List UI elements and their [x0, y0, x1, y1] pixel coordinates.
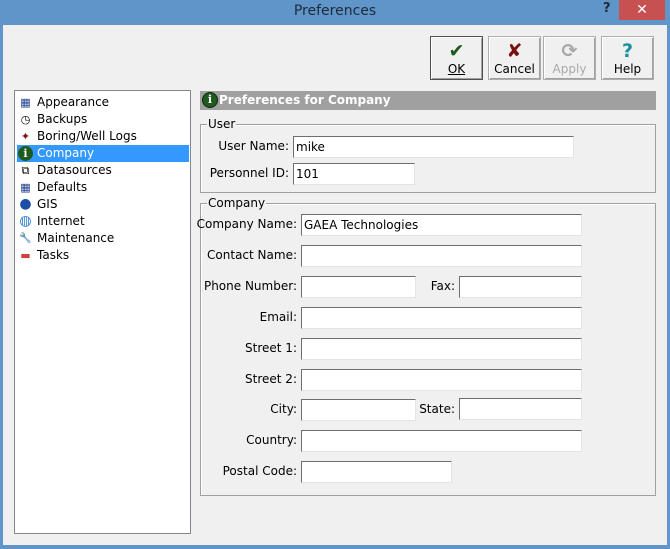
city-input[interactable] [301, 399, 416, 421]
street1-input[interactable] [301, 338, 582, 360]
panel-title: Preferences for Company [219, 93, 391, 107]
calendar-icon: ▬ [20, 249, 31, 262]
info-icon: i [18, 146, 33, 161]
fax-label: Fax: [430, 279, 455, 293]
tree-item-gis[interactable]: ● GIS [17, 196, 189, 213]
user-legend: User [207, 117, 237, 131]
tree-item-company[interactable]: i Company [17, 145, 189, 162]
state-label: State: [419, 402, 455, 416]
cancel-button[interactable]: ✘ Cancel [488, 36, 541, 80]
postal-code-input[interactable] [301, 461, 452, 483]
tree-item-appearance[interactable]: ▦ Appearance [17, 94, 189, 111]
email-input[interactable] [301, 307, 582, 329]
ok-label: OK [447, 62, 466, 76]
street2-input[interactable] [301, 369, 582, 391]
tree-item-label: Defaults [37, 180, 88, 194]
tree-item-label: Datasources [37, 163, 112, 177]
x-icon: ✘ [506, 40, 523, 62]
city-label: City: [270, 402, 297, 416]
help-label: Help [613, 62, 642, 76]
personnel-id-input[interactable] [293, 163, 415, 185]
user-name-input[interactable] [293, 136, 574, 158]
tree-item-boring-well-logs[interactable]: ✦ Boring/Well Logs [17, 128, 189, 145]
tree-item-label: Internet [37, 214, 85, 228]
phone-label: Phone Number: [203, 279, 297, 293]
refresh-icon: ⟳ [561, 40, 578, 62]
street2-label: Street 2: [245, 372, 297, 386]
window-title: Preferences [293, 3, 377, 19]
tree-item-backups[interactable]: ◷ Backups [17, 111, 189, 128]
country-input[interactable] [301, 430, 582, 452]
globe-icon: ● [19, 196, 32, 212]
postal-code-label: Postal Code: [222, 464, 297, 478]
crosshair-icon: ✦ [20, 130, 31, 143]
contact-name-label: Contact Name: [207, 248, 297, 262]
tree-item-label: Tasks [37, 248, 70, 262]
country-label: Country: [246, 433, 297, 447]
tree-item-defaults[interactable]: ▦ Defaults [17, 179, 189, 196]
street1-label: Street 1: [245, 341, 297, 355]
tree-item-label: Backups [37, 112, 88, 126]
preferences-window: Preferences ? ✕ ✔ OK ✘ Cancel ⟳ Apply ? … [0, 0, 670, 549]
datasource-icon: ⧉ [21, 164, 30, 177]
title-bar: Preferences ? ✕ [0, 0, 670, 24]
company-name-input[interactable] [301, 214, 582, 236]
check-icon: ✔ [448, 40, 465, 62]
tree-item-label: Appearance [37, 95, 110, 109]
tree-item-label: Maintenance [37, 231, 115, 245]
panel-header: i Preferences for Company [200, 91, 656, 110]
company-legend: Company [207, 196, 267, 210]
fax-input[interactable] [459, 276, 582, 298]
question-icon: ? [621, 40, 634, 62]
wrench-icon: 🔧 [19, 233, 32, 244]
tree-item-label: GIS [37, 197, 58, 211]
help-title-button[interactable]: ? [603, 1, 611, 16]
clock-icon: ◷ [20, 113, 31, 126]
user-name-label: User Name: [218, 139, 289, 153]
company-name-label: Company Name: [196, 217, 297, 231]
phone-input[interactable] [301, 276, 416, 298]
tree-item-internet[interactable]: ◍ Internet [17, 213, 189, 230]
tree-item-maintenance[interactable]: 🔧 Maintenance [17, 230, 189, 247]
personnel-id-label: Personnel ID: [209, 166, 289, 180]
tree-item-label: Boring/Well Logs [37, 129, 137, 143]
close-button[interactable]: ✕ [619, 0, 665, 20]
help-button[interactable]: ? Help [601, 36, 654, 80]
preferences-tree[interactable]: ▦ Appearance ◷ Backups ✦ Boring/Well Logs i… [14, 90, 191, 534]
globe-net-icon: ◍ [19, 213, 32, 229]
info-icon: i [202, 92, 218, 108]
state-input[interactable] [459, 398, 582, 420]
contact-name-input[interactable] [301, 245, 582, 267]
cancel-label: Cancel [494, 62, 535, 76]
dialog-body: ✔ OK ✘ Cancel ⟳ Apply ? Help ▦ Appearance… [3, 25, 667, 545]
apply-label: Apply [552, 62, 587, 76]
apply-button[interactable]: ⟳ Apply [543, 36, 596, 80]
tree-item-label: Company [37, 146, 95, 160]
tree-item-datasources[interactable]: ⧉ Datasources [17, 162, 189, 179]
ok-button[interactable]: ✔ OK [430, 36, 483, 80]
window-icon: ▦ [20, 96, 31, 109]
window-icon: ▦ [20, 181, 31, 194]
email-label: Email: [259, 310, 297, 324]
tree-item-tasks[interactable]: ▬ Tasks [17, 247, 189, 264]
